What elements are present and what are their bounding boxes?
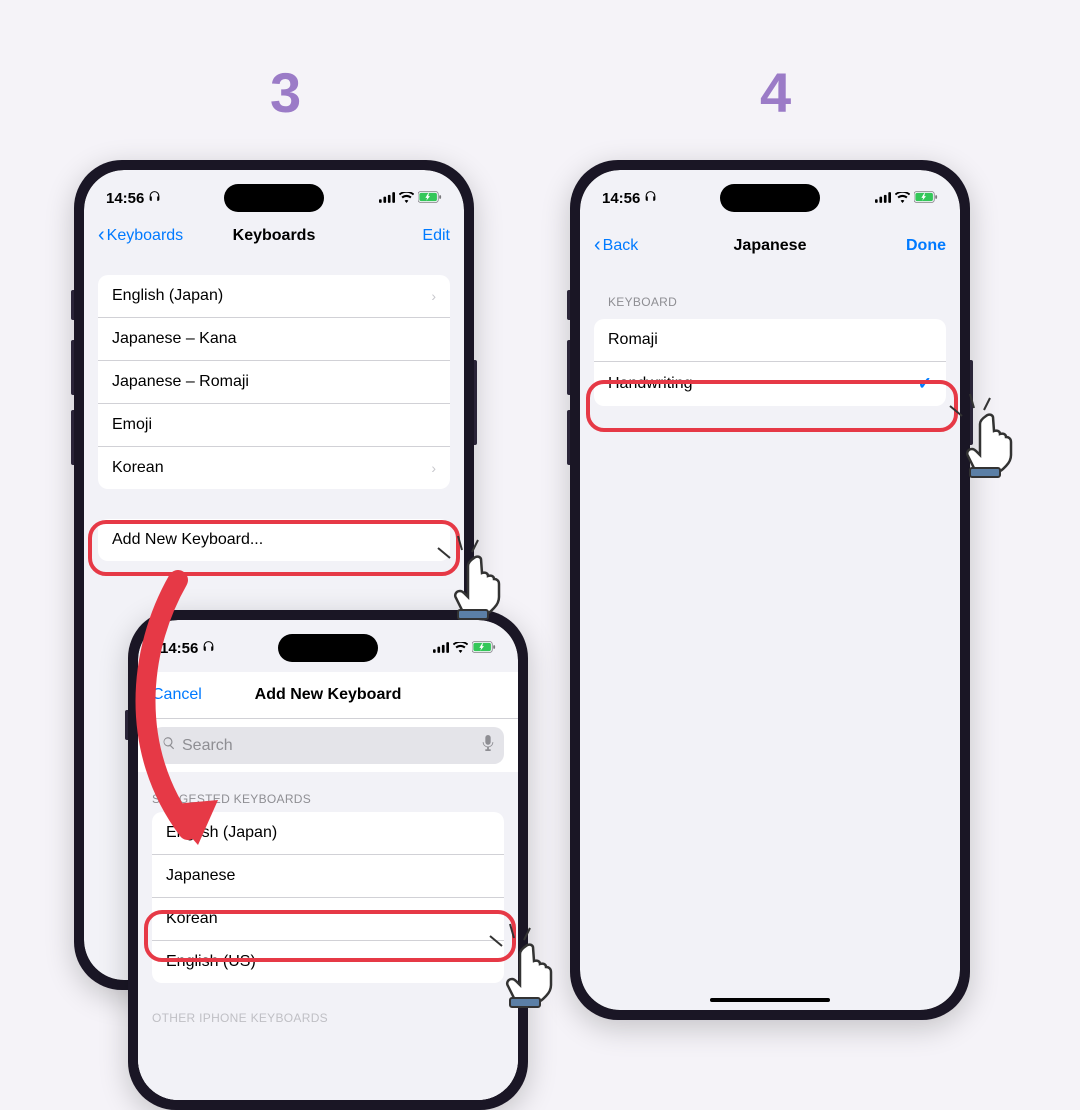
chevron-left-icon: ‹ — [98, 224, 105, 247]
headphones-icon — [202, 640, 215, 657]
headphones-icon — [644, 190, 657, 207]
suggested-english-japan[interactable]: English (Japan) — [152, 812, 504, 855]
nav-cancel-button[interactable]: Cancel — [152, 686, 202, 704]
signal-icon — [433, 640, 449, 657]
chevron-left-icon: ‹ — [594, 234, 601, 257]
signal-icon — [875, 190, 891, 207]
list-item-label: Romaji — [608, 331, 658, 349]
status-time: 14:56 — [602, 190, 640, 207]
battery-icon — [472, 640, 496, 657]
phone-frame-2: 14:56 Cancel Add New Keyboard — [128, 610, 528, 1110]
other-header: OTHER IPHONE KEYBOARDS — [138, 983, 518, 1031]
dynamic-island — [720, 184, 820, 212]
dynamic-island — [278, 634, 378, 662]
nav-back-button[interactable]: ‹ Back — [594, 234, 638, 257]
keyboard-item-english-japan[interactable]: English (Japan) › — [98, 275, 450, 318]
mic-icon[interactable] — [482, 735, 494, 756]
suggested-header: SUGGESTED KEYBOARDS — [138, 772, 518, 812]
search-input[interactable]: Search — [152, 727, 504, 764]
status-time: 14:56 — [160, 640, 198, 657]
list-item-label: English (US) — [166, 953, 256, 971]
search-placeholder: Search — [182, 737, 233, 755]
nav-title: Japanese — [734, 237, 807, 255]
add-keyboard-group: Add New Keyboard... — [98, 519, 450, 561]
nav-bar: Cancel Add New Keyboard — [138, 672, 518, 719]
list-item-label: Handwriting — [608, 375, 692, 393]
add-new-keyboard-button[interactable]: Add New Keyboard... — [98, 519, 450, 561]
wifi-icon — [453, 640, 468, 657]
list-item-label: Japanese — [166, 867, 235, 885]
step-number-3: 3 — [270, 60, 301, 125]
keyboard-section-header: KEYBOARD — [580, 267, 960, 315]
wifi-icon — [399, 190, 414, 207]
list-item-label: Korean — [166, 910, 218, 928]
list-item-label: English (Japan) — [166, 824, 277, 842]
nav-edit-button[interactable]: Edit — [422, 227, 450, 245]
nav-bar: ‹ Keyboards Keyboards Edit — [84, 214, 464, 257]
wifi-icon — [895, 190, 910, 207]
keyboard-options-list: Romaji Handwriting ✓ — [594, 319, 946, 406]
signal-icon — [379, 190, 395, 207]
nav-bar: ‹ Back Japanese Done — [580, 224, 960, 267]
chevron-right-icon: › — [431, 460, 436, 476]
suggested-korean[interactable]: Korean — [152, 898, 504, 941]
battery-icon — [418, 190, 442, 207]
nav-back-label: Keyboards — [107, 227, 184, 245]
search-icon — [162, 736, 176, 755]
headphones-icon — [148, 190, 161, 207]
suggested-list: English (Japan) Japanese Korean English … — [152, 812, 504, 983]
home-indicator[interactable] — [710, 998, 830, 1002]
battery-icon — [914, 190, 938, 207]
keyboard-item-korean[interactable]: Korean › — [98, 447, 450, 489]
list-item-label: Add New Keyboard... — [112, 531, 263, 549]
suggested-japanese[interactable]: Japanese — [152, 855, 504, 898]
nav-title: Add New Keyboard — [255, 686, 402, 704]
list-item-label: Japanese – Kana — [112, 330, 237, 348]
step-number-4: 4 — [760, 60, 791, 125]
option-romaji[interactable]: Romaji — [594, 319, 946, 362]
nav-done-button[interactable]: Done — [906, 237, 946, 255]
nav-title: Keyboards — [233, 227, 316, 245]
option-handwriting[interactable]: Handwriting ✓ — [594, 362, 946, 406]
list-item-label: Japanese – Romaji — [112, 373, 249, 391]
list-item-label: Korean — [112, 459, 164, 477]
chevron-right-icon: › — [431, 288, 436, 304]
keyboard-item-japanese-kana[interactable]: Japanese – Kana — [98, 318, 450, 361]
suggested-english-us[interactable]: English (US) — [152, 941, 504, 983]
checkmark-icon: ✓ — [918, 374, 932, 394]
nav-back-label: Back — [603, 237, 639, 255]
list-item-label: Emoji — [112, 416, 152, 434]
keyboard-item-japanese-romaji[interactable]: Japanese – Romaji — [98, 361, 450, 404]
keyboard-item-emoji[interactable]: Emoji — [98, 404, 450, 447]
phone-frame-3: 14:56 ‹ Back Japanese Done — [570, 160, 970, 1020]
list-item-label: English (Japan) — [112, 287, 223, 305]
dynamic-island — [224, 184, 324, 212]
keyboards-list: English (Japan) › Japanese – Kana Japanes… — [98, 275, 450, 489]
nav-back-button[interactable]: ‹ Keyboards — [98, 224, 183, 247]
status-time: 14:56 — [106, 190, 144, 207]
